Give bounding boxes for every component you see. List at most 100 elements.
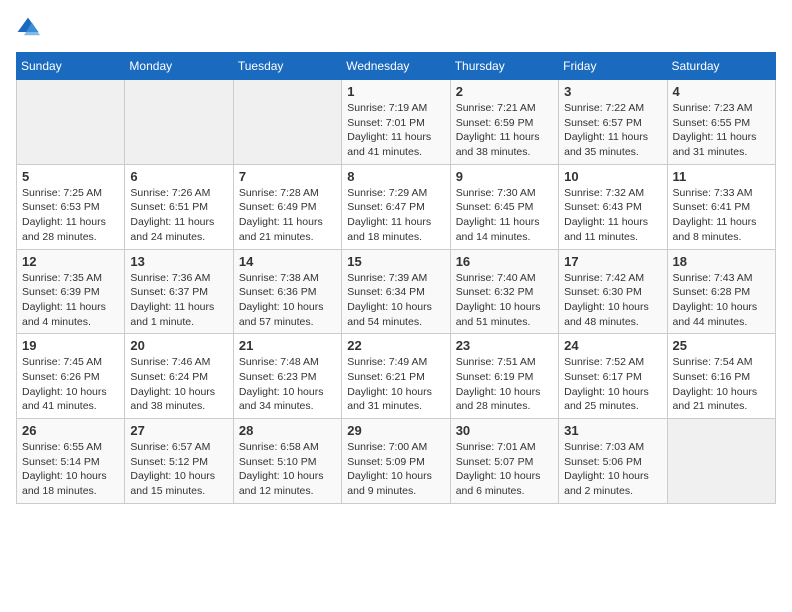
day-info: Sunrise: 7:26 AM Sunset: 6:51 PM Dayligh… — [130, 186, 227, 245]
day-number: 3 — [564, 84, 661, 99]
day-number: 19 — [22, 338, 119, 353]
day-info: Sunrise: 7:22 AM Sunset: 6:57 PM Dayligh… — [564, 101, 661, 160]
calendar-cell: 19 Sunrise: 7:45 AM Sunset: 6:26 PM Dayli… — [17, 334, 125, 419]
day-number: 31 — [564, 423, 661, 438]
day-info: Sunrise: 7:51 AM Sunset: 6:19 PM Dayligh… — [456, 355, 553, 414]
calendar-cell: 20Sunrise: 7:46 AM Sunset: 6:24 PM Dayli… — [125, 334, 233, 419]
calendar-cell: 2Sunrise: 7:21 AM Sunset: 6:59 PM Daylig… — [450, 80, 558, 165]
calendar-table: SundayMondayTuesdayWednesdayThursdayFrid… — [16, 52, 776, 504]
day-info: Sunrise: 7:39 AM Sunset: 6:34 PM Dayligh… — [347, 271, 444, 330]
day-number: 24 — [564, 338, 661, 353]
day-info: Sunrise: 7:03 AM Sunset: 5:06 PM Dayligh… — [564, 440, 661, 499]
calendar-week-row: 12Sunrise: 7:35 AM Sunset: 6:39 PM Dayli… — [17, 249, 776, 334]
day-header-friday: Friday — [559, 53, 667, 80]
day-number: 13 — [130, 254, 227, 269]
calendar-cell: 24 Sunrise: 7:52 AM Sunset: 6:17 PM Dayli… — [559, 334, 667, 419]
day-number: 25 — [673, 338, 770, 353]
calendar-cell: 16 Sunrise: 7:40 AM Sunset: 6:32 PM Dayli… — [450, 249, 558, 334]
day-info: Sunrise: 7:00 AM Sunset: 5:09 PM Dayligh… — [347, 440, 444, 499]
day-info: Sunrise: 7:36 AM Sunset: 6:37 PM Dayligh… — [130, 271, 227, 330]
calendar-cell: 8 Sunrise: 7:29 AM Sunset: 6:47 PM Daylig… — [342, 164, 450, 249]
calendar-cell: 21 Sunrise: 7:48 AM Sunset: 6:23 PM Dayli… — [233, 334, 341, 419]
day-number: 11 — [673, 169, 770, 184]
day-number: 27 — [130, 423, 227, 438]
day-number: 5 — [22, 169, 119, 184]
day-info: Sunrise: 7:29 AM Sunset: 6:47 PM Dayligh… — [347, 186, 444, 245]
day-info: Sunrise: 6:57 AM Sunset: 5:12 PM Dayligh… — [130, 440, 227, 499]
day-number: 18 — [673, 254, 770, 269]
day-header-saturday: Saturday — [667, 53, 775, 80]
calendar-cell: 1 Sunrise: 7:19 AM Sunset: 7:01 PM Daylig… — [342, 80, 450, 165]
calendar-cell: 3 Sunrise: 7:22 AM Sunset: 6:57 PM Daylig… — [559, 80, 667, 165]
calendar-cell — [667, 419, 775, 504]
day-info: Sunrise: 7:46 AM Sunset: 6:24 PM Dayligh… — [130, 355, 227, 414]
calendar-cell: 11 Sunrise: 7:33 AM Sunset: 6:41 PM Dayli… — [667, 164, 775, 249]
day-info: Sunrise: 7:52 AM Sunset: 6:17 PM Dayligh… — [564, 355, 661, 414]
page-header — [16, 16, 776, 40]
calendar-week-row: 26Sunrise: 6:55 AM Sunset: 5:14 PM Dayli… — [17, 419, 776, 504]
calendar-cell: 28 Sunrise: 6:58 AM Sunset: 5:10 PM Dayli… — [233, 419, 341, 504]
day-info: Sunrise: 7:23 AM Sunset: 6:55 PM Dayligh… — [673, 101, 770, 160]
day-info: Sunrise: 7:28 AM Sunset: 6:49 PM Dayligh… — [239, 186, 336, 245]
day-number: 17 — [564, 254, 661, 269]
calendar-cell: 9 Sunrise: 7:30 AM Sunset: 6:45 PM Daylig… — [450, 164, 558, 249]
day-info: Sunrise: 7:45 AM Sunset: 6:26 PM Dayligh… — [22, 355, 119, 414]
day-info: Sunrise: 7:25 AM Sunset: 6:53 PM Dayligh… — [22, 186, 119, 245]
calendar-cell: 15 Sunrise: 7:39 AM Sunset: 6:34 PM Dayli… — [342, 249, 450, 334]
calendar-cell — [233, 80, 341, 165]
day-info: Sunrise: 7:43 AM Sunset: 6:28 PM Dayligh… — [673, 271, 770, 330]
calendar-cell: 25 Sunrise: 7:54 AM Sunset: 6:16 PM Dayli… — [667, 334, 775, 419]
calendar-cell: 27 Sunrise: 6:57 AM Sunset: 5:12 PM Dayli… — [125, 419, 233, 504]
day-header-monday: Monday — [125, 53, 233, 80]
day-info: Sunrise: 7:32 AM Sunset: 6:43 PM Dayligh… — [564, 186, 661, 245]
day-info: Sunrise: 7:49 AM Sunset: 6:21 PM Dayligh… — [347, 355, 444, 414]
day-info: Sunrise: 7:42 AM Sunset: 6:30 PM Dayligh… — [564, 271, 661, 330]
day-info: Sunrise: 7:54 AM Sunset: 6:16 PM Dayligh… — [673, 355, 770, 414]
day-info: Sunrise: 7:19 AM Sunset: 7:01 PM Dayligh… — [347, 101, 444, 160]
day-number: 6 — [130, 169, 227, 184]
calendar-header-row: SundayMondayTuesdayWednesdayThursdayFrid… — [17, 53, 776, 80]
calendar-cell: 14 Sunrise: 7:38 AM Sunset: 6:36 PM Dayli… — [233, 249, 341, 334]
calendar-cell: 29 Sunrise: 7:00 AM Sunset: 5:09 PM Dayli… — [342, 419, 450, 504]
day-number: 28 — [239, 423, 336, 438]
day-header-wednesday: Wednesday — [342, 53, 450, 80]
calendar-cell: 31 Sunrise: 7:03 AM Sunset: 5:06 PM Dayli… — [559, 419, 667, 504]
day-number: 4 — [673, 84, 770, 99]
calendar-cell: 22Sunrise: 7:49 AM Sunset: 6:21 PM Dayli… — [342, 334, 450, 419]
calendar-cell: 12Sunrise: 7:35 AM Sunset: 6:39 PM Dayli… — [17, 249, 125, 334]
day-info: Sunrise: 7:33 AM Sunset: 6:41 PM Dayligh… — [673, 186, 770, 245]
logo-icon — [16, 16, 40, 40]
calendar-cell: 26Sunrise: 6:55 AM Sunset: 5:14 PM Dayli… — [17, 419, 125, 504]
calendar-cell — [125, 80, 233, 165]
day-info: Sunrise: 7:01 AM Sunset: 5:07 PM Dayligh… — [456, 440, 553, 499]
day-info: Sunrise: 7:21 AM Sunset: 6:59 PM Dayligh… — [456, 101, 553, 160]
day-number: 8 — [347, 169, 444, 184]
day-info: Sunrise: 7:30 AM Sunset: 6:45 PM Dayligh… — [456, 186, 553, 245]
day-info: Sunrise: 7:48 AM Sunset: 6:23 PM Dayligh… — [239, 355, 336, 414]
day-info: Sunrise: 6:58 AM Sunset: 5:10 PM Dayligh… — [239, 440, 336, 499]
day-number: 14 — [239, 254, 336, 269]
calendar-cell: 17 Sunrise: 7:42 AM Sunset: 6:30 PM Dayli… — [559, 249, 667, 334]
day-number: 10 — [564, 169, 661, 184]
calendar-cell: 13 Sunrise: 7:36 AM Sunset: 6:37 PM Dayli… — [125, 249, 233, 334]
day-number: 9 — [456, 169, 553, 184]
day-number: 7 — [239, 169, 336, 184]
day-info: Sunrise: 6:55 AM Sunset: 5:14 PM Dayligh… — [22, 440, 119, 499]
calendar-cell: 4 Sunrise: 7:23 AM Sunset: 6:55 PM Daylig… — [667, 80, 775, 165]
calendar-cell: 6 Sunrise: 7:26 AM Sunset: 6:51 PM Daylig… — [125, 164, 233, 249]
day-header-sunday: Sunday — [17, 53, 125, 80]
day-number: 16 — [456, 254, 553, 269]
day-number: 1 — [347, 84, 444, 99]
day-number: 21 — [239, 338, 336, 353]
calendar-cell: 5 Sunrise: 7:25 AM Sunset: 6:53 PM Daylig… — [17, 164, 125, 249]
calendar-cell: 30Sunrise: 7:01 AM Sunset: 5:07 PM Dayli… — [450, 419, 558, 504]
day-info: Sunrise: 7:38 AM Sunset: 6:36 PM Dayligh… — [239, 271, 336, 330]
day-number: 23 — [456, 338, 553, 353]
calendar-cell — [17, 80, 125, 165]
day-info: Sunrise: 7:40 AM Sunset: 6:32 PM Dayligh… — [456, 271, 553, 330]
day-number: 15 — [347, 254, 444, 269]
calendar-cell: 7 Sunrise: 7:28 AM Sunset: 6:49 PM Daylig… — [233, 164, 341, 249]
day-info: Sunrise: 7:35 AM Sunset: 6:39 PM Dayligh… — [22, 271, 119, 330]
calendar-week-row: 5 Sunrise: 7:25 AM Sunset: 6:53 PM Daylig… — [17, 164, 776, 249]
day-number: 29 — [347, 423, 444, 438]
